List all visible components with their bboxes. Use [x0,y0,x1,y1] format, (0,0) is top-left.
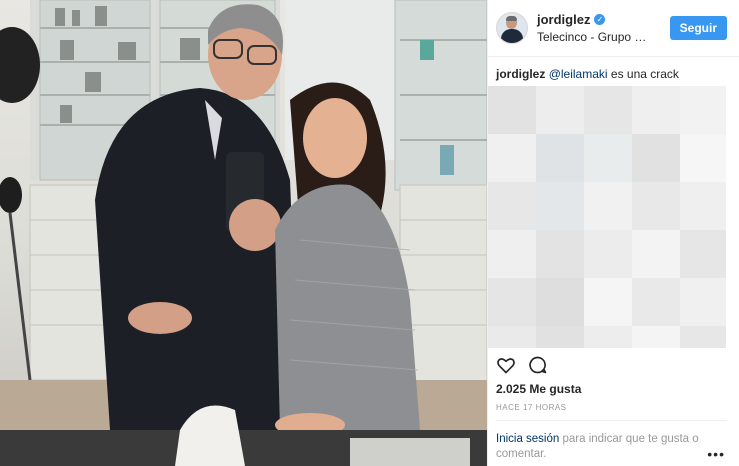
author-info: jordiglez ✓ Telecinco - Grupo … [537,12,670,44]
caption-mention[interactable]: @leilamaki [549,67,608,81]
avatar[interactable] [496,12,528,44]
post-header: jordiglez ✓ Telecinco - Grupo … Seguir [488,0,739,57]
instagram-post: jordiglez ✓ Telecinco - Grupo … Seguir j… [0,0,739,466]
post-actions [496,355,548,375]
post-time: HACE 17 HORAS [496,403,567,412]
follow-button[interactable]: Seguir [669,16,727,40]
location[interactable]: Telecinco - Grupo … [537,30,667,44]
photo-illustration [0,0,487,466]
caption: jordiglez @leilamaki es una crack [488,57,739,87]
likes-count[interactable]: 2.025 Me gusta [496,382,581,396]
comments-area [488,86,726,348]
post-photo[interactable] [0,0,487,466]
more-options-icon[interactable]: ••• [707,446,725,462]
username[interactable]: jordiglez [537,12,590,27]
login-link[interactable]: Inicia sesión [496,433,559,445]
caption-text: es una crack [607,67,679,81]
login-prompt: Inicia sesión para indicar que te gusta … [496,432,710,462]
heart-icon[interactable] [496,355,516,375]
verified-badge-icon: ✓ [594,14,606,25]
post-sidebar: jordiglez ✓ Telecinco - Grupo … Seguir j… [487,0,739,466]
username-row: jordiglez ✓ [537,12,670,27]
comment-icon[interactable] [528,355,548,375]
caption-username[interactable]: jordiglez [496,67,545,81]
divider [496,420,727,421]
